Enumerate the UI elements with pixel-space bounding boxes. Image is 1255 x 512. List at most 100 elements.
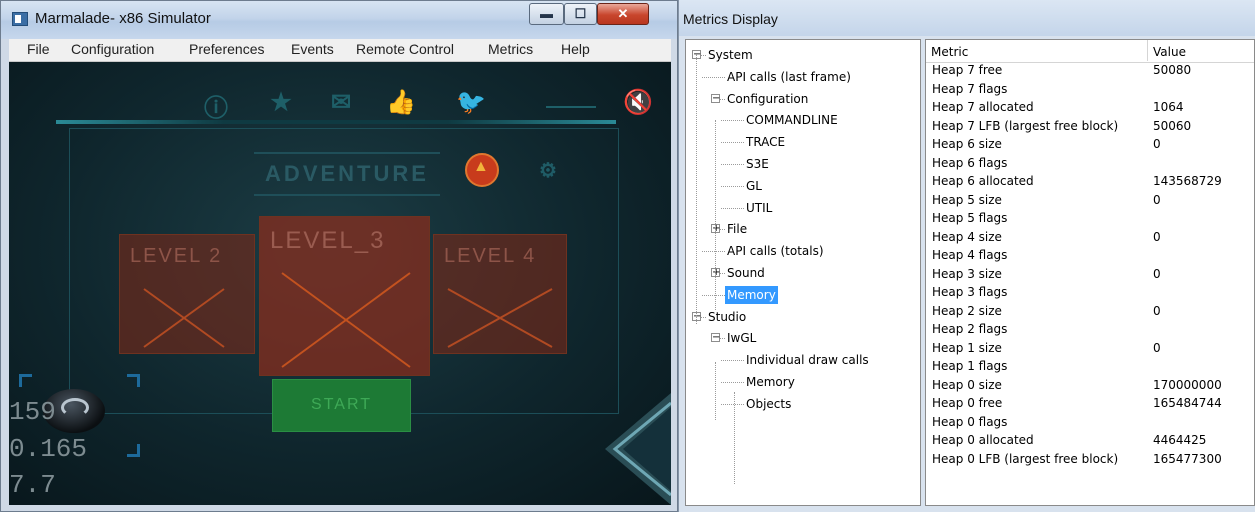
tree-item[interactable]: − System <box>686 44 920 66</box>
app-icon <box>12 12 28 26</box>
metric-name: Heap 6 allocated <box>932 174 1034 188</box>
table-row[interactable]: Heap 6 flags <box>926 154 1254 173</box>
table-row[interactable]: Heap 3 flags <box>926 283 1254 302</box>
tree-item-label: Sound <box>727 266 765 280</box>
tree-item-label: COMMANDLINE <box>746 113 838 128</box>
metrics-table[interactable]: Metric Value Heap 7 free 50080 Heap 7 flag… <box>925 39 1255 506</box>
tree-item[interactable]: Individual draw calls <box>686 349 920 371</box>
table-row[interactable]: Heap 7 allocated 1064 <box>926 98 1254 117</box>
table-row[interactable]: Heap 7 LFB (largest free block) 50060 <box>926 117 1254 136</box>
warning-icon[interactable] <box>465 153 499 187</box>
tree-item[interactable]: Memory <box>686 284 920 306</box>
metric-value: 0 <box>1153 192 1161 207</box>
mute-icon[interactable]: 🔇 <box>623 88 653 117</box>
collapse-icon[interactable]: − <box>711 93 720 103</box>
info-icon[interactable]: ⓘ <box>201 88 231 123</box>
hud-corner <box>19 374 32 387</box>
metric-value: 165477300 <box>1153 451 1222 466</box>
table-row[interactable]: Heap 6 size 0 <box>926 135 1254 154</box>
menu-configuration[interactable]: Configuration <box>71 41 154 57</box>
tree-item[interactable]: UTIL <box>686 197 920 219</box>
column-header-metric[interactable]: Metric <box>926 40 1148 61</box>
table-row[interactable]: Heap 6 allocated 143568729 <box>926 172 1254 191</box>
table-row[interactable]: Heap 0 flags <box>926 413 1254 432</box>
menu-events[interactable]: Events <box>291 41 334 57</box>
stat-frame-time: 0.165 <box>9 434 88 464</box>
metrics-tree[interactable]: − System API calls (last frame) − Configurat… <box>685 39 921 506</box>
table-row[interactable]: Heap 3 size 0 <box>926 265 1254 284</box>
maximize-button[interactable]: ☐ <box>564 3 597 25</box>
table-row[interactable]: Heap 2 flags <box>926 320 1254 339</box>
top-glow-bar <box>56 120 616 124</box>
table-row[interactable]: Heap 0 allocated 4464425 <box>926 431 1254 450</box>
settings-icon[interactable]: ⚙ <box>539 158 561 182</box>
level-tile-4[interactable]: LEVEL 4 <box>433 234 567 354</box>
metric-value: 4464425 <box>1153 433 1207 447</box>
table-row[interactable]: Heap 0 size 170000000 <box>926 376 1254 395</box>
metric-name: Heap 2 size <box>932 303 1002 318</box>
tree-item[interactable]: − IwGL <box>686 327 920 349</box>
table-row[interactable]: Heap 7 free 50080 <box>926 61 1254 80</box>
table-row[interactable]: Heap 0 LFB (largest free block) 165477300 <box>926 450 1254 469</box>
column-header-value[interactable]: Value <box>1148 40 1254 61</box>
metrics-titlebar[interactable]: Metrics Display <box>679 0 1255 36</box>
star-icon[interactable]: ★ <box>266 88 296 117</box>
twitter-icon[interactable]: 🐦 <box>456 88 486 117</box>
table-row[interactable]: Heap 7 flags <box>926 80 1254 99</box>
tree-item[interactable]: S3E <box>686 153 920 175</box>
table-row[interactable]: Heap 2 size 0 <box>926 302 1254 321</box>
minimize-button[interactable]: ▬ <box>529 3 564 25</box>
level-tile-2[interactable]: LEVEL 2 <box>119 234 255 354</box>
table-row[interactable]: Heap 1 flags <box>926 357 1254 376</box>
next-arrow-icon[interactable] <box>601 393 671 505</box>
tree-item[interactable]: + Sound <box>686 262 920 284</box>
menu-remote-control[interactable]: Remote Control <box>356 41 454 57</box>
tree-item[interactable]: COMMANDLINE <box>686 109 920 131</box>
tree-item-label: Studio <box>708 309 747 324</box>
divider-line <box>546 106 596 108</box>
metric-value: 50080 <box>1153 63 1192 77</box>
adventure-banner: ADVENTURE <box>254 152 440 196</box>
collapse-icon[interactable]: − <box>711 333 720 343</box>
tree-connector <box>702 294 725 296</box>
table-row[interactable]: Heap 0 free 165484744 <box>926 394 1254 413</box>
tree-item[interactable]: Objects <box>686 393 920 415</box>
tree-item[interactable]: TRACE <box>686 131 920 153</box>
tree-item[interactable]: API calls (totals) <box>686 240 920 262</box>
table-row[interactable]: Heap 4 size 0 <box>926 228 1254 247</box>
game-viewport[interactable]: ⓘ ★ ✉ 👍 🐦 🔇 ADVENTURE ⚙ LEVEL 2 LEVEL_3 … <box>9 62 671 505</box>
tree-item-label: Memory <box>746 375 795 389</box>
mail-icon[interactable]: ✉ <box>326 88 356 117</box>
tree-item[interactable]: + File <box>686 218 920 240</box>
tree-item[interactable]: Memory <box>686 371 920 393</box>
close-button[interactable]: ✕ <box>597 3 649 25</box>
tree-item[interactable]: API calls (last frame) <box>686 66 920 88</box>
menu-help[interactable]: Help <box>561 41 590 57</box>
menu-file[interactable]: File <box>27 41 50 57</box>
table-row[interactable]: Heap 4 flags <box>926 246 1254 265</box>
simulator-titlebar[interactable]: Marmalade- x86 Simulator ▬ ☐ ✕ <box>1 1 677 39</box>
table-row[interactable]: Heap 5 size 0 <box>926 191 1254 210</box>
tree-item[interactable]: − Studio <box>686 306 920 328</box>
table-row[interactable]: Heap 1 size 0 <box>926 339 1254 358</box>
table-row[interactable]: Heap 5 flags <box>926 209 1254 228</box>
simulator-menubar: File Configuration Preferences Events Re… <box>9 39 671 62</box>
tree-connector <box>721 207 744 209</box>
stat-fps: 159 <box>9 397 56 427</box>
metric-value: 0 <box>1153 266 1161 281</box>
thumbs-up-icon[interactable]: 👍 <box>386 88 416 117</box>
simulator-window: Marmalade- x86 Simulator ▬ ☐ ✕ File Conf… <box>0 0 678 512</box>
tree-item[interactable]: GL <box>686 175 920 197</box>
metrics-title: Metrics Display <box>683 11 778 27</box>
tree-item[interactable]: − Configuration <box>686 88 920 110</box>
tree-item-label: API calls (last frame) <box>727 69 851 84</box>
metric-name: Heap 6 flags <box>932 155 1008 170</box>
table-header: Metric Value <box>926 40 1254 63</box>
menu-metrics[interactable]: Metrics <box>488 41 533 57</box>
metric-name: Heap 1 flags <box>932 359 1008 373</box>
start-button[interactable]: START <box>272 379 411 432</box>
menu-preferences[interactable]: Preferences <box>189 41 264 57</box>
metric-value: 0 <box>1153 229 1161 244</box>
level-tile-3[interactable]: LEVEL_3 <box>259 216 430 376</box>
simulator-title: Marmalade- x86 Simulator <box>35 10 211 27</box>
